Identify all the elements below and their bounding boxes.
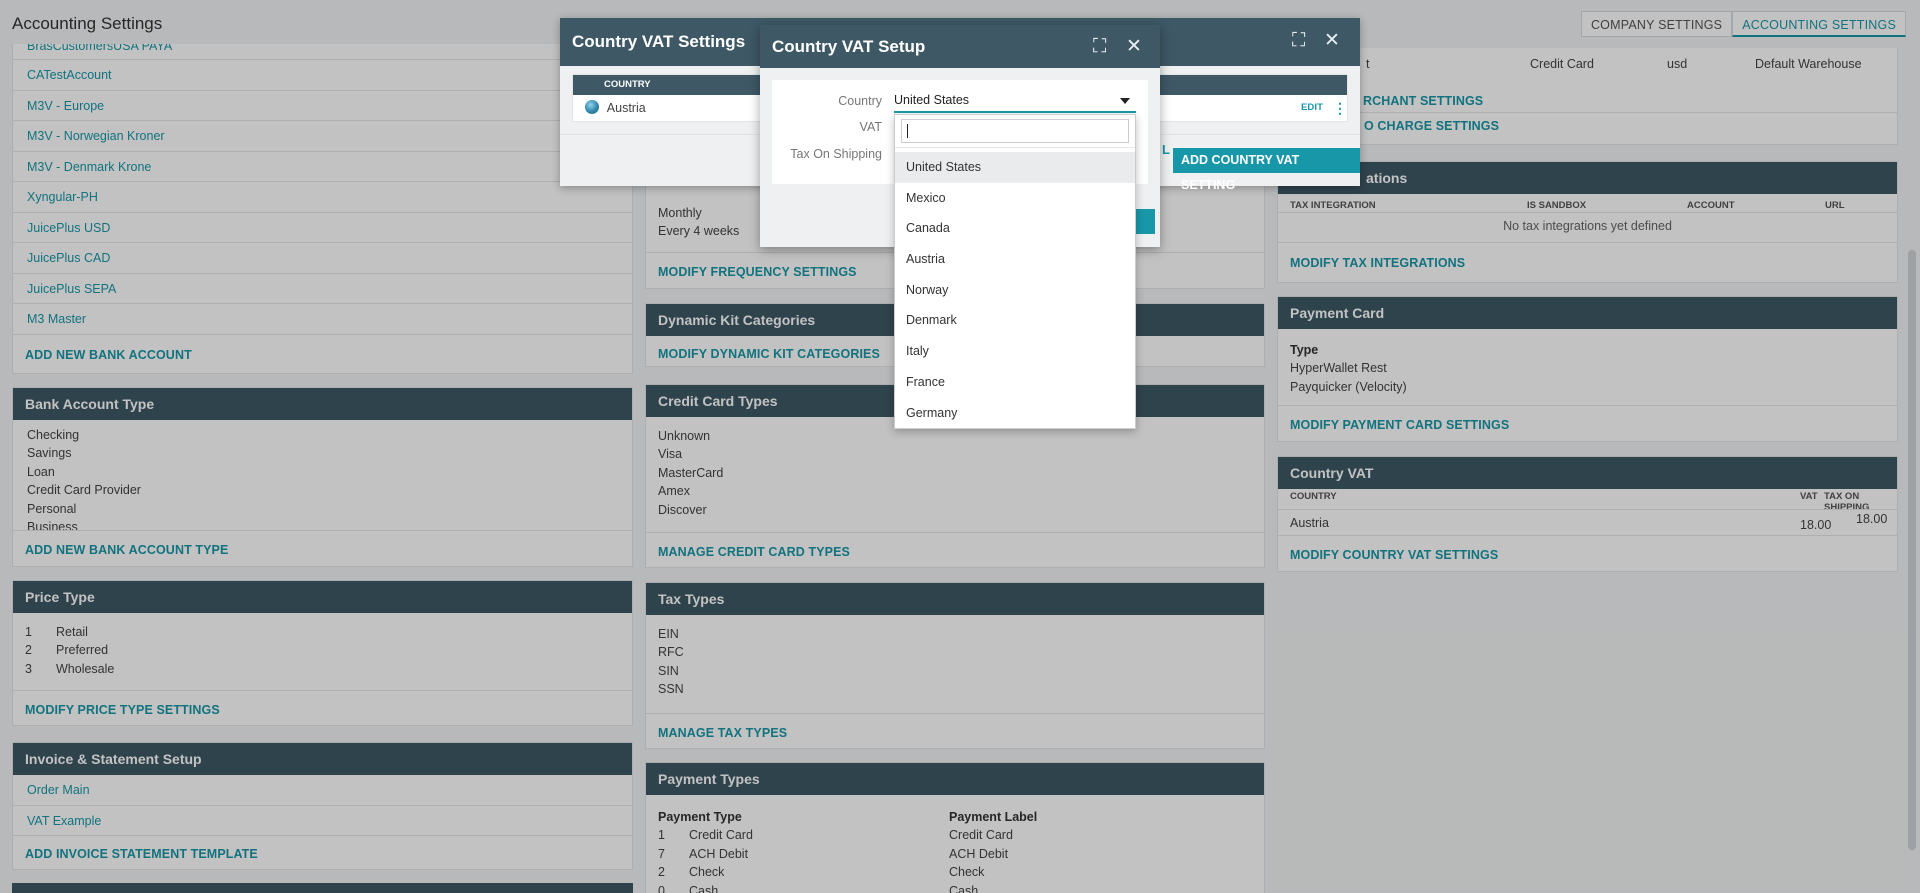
caret-down-icon	[1120, 98, 1130, 104]
country-option[interactable]: Austria	[895, 244, 1135, 275]
vat-setup-title: Country VAT Setup	[772, 37, 926, 56]
country-select[interactable]: United States	[894, 87, 1136, 113]
close-icon[interactable]: ✕	[1324, 17, 1340, 65]
country-select-value: United States	[894, 93, 970, 107]
add-country-vat-button[interactable]: ADD COUNTRY VAT SETTING	[1173, 148, 1360, 192]
country-option[interactable]: Norway	[895, 275, 1135, 306]
country-option[interactable]: United States	[895, 152, 1135, 183]
country-option[interactable]: Denmark	[895, 305, 1135, 336]
country-option[interactable]: Mexico	[895, 183, 1135, 214]
cancel-link-partial[interactable]: L	[1162, 142, 1170, 157]
vat-settings-title: Country VAT Settings	[572, 32, 746, 51]
close-icon[interactable]: ✕	[1126, 25, 1142, 68]
country-label: Country	[838, 94, 882, 108]
kebab-icon[interactable]: ⋮	[1333, 95, 1347, 121]
country-search-input[interactable]	[901, 119, 1129, 143]
maximize-icon[interactable]: ⛶	[1093, 25, 1106, 68]
country-option[interactable]: Canada	[895, 213, 1135, 244]
country-dropdown: United States Mexico Canada Austria Norw…	[894, 114, 1136, 429]
country-option[interactable]: Germany	[895, 398, 1135, 429]
globe-icon	[585, 100, 599, 114]
maximize-icon[interactable]: ⛶	[1292, 17, 1305, 65]
tax-on-shipping-label: Tax On Shipping	[790, 147, 882, 161]
edit-link[interactable]: EDIT	[1301, 95, 1323, 121]
country-option[interactable]: Italy	[895, 336, 1135, 367]
country-option[interactable]: France	[895, 367, 1135, 398]
vat-label: VAT	[859, 120, 882, 134]
save-button-partial[interactable]	[1135, 209, 1155, 234]
vat-setup-header: Country VAT Setup ⛶ ✕	[760, 25, 1160, 68]
